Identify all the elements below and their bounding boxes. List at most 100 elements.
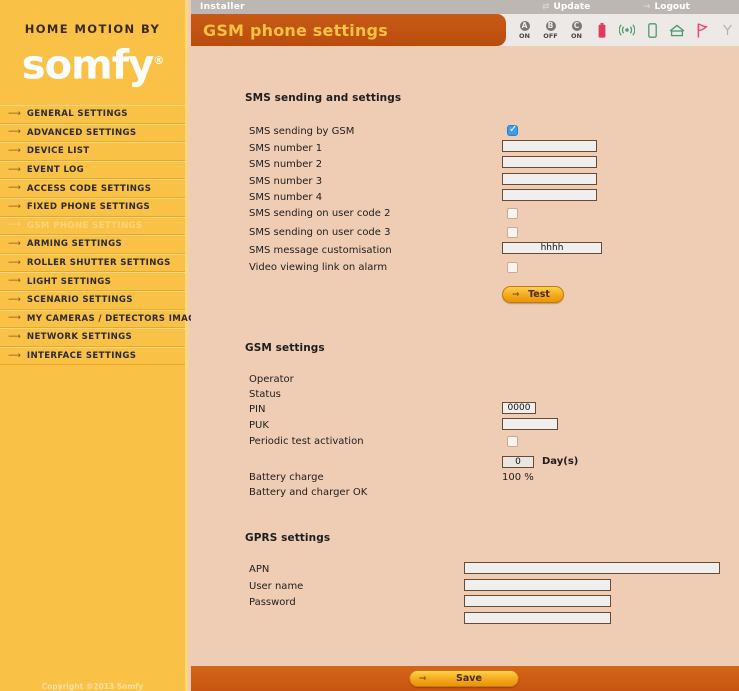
logout-link[interactable]: → Logout <box>643 2 690 12</box>
chevron-right-icon: ⟶ <box>8 313 21 324</box>
main-content: SMS sending and settings SMS sending by … <box>191 46 739 666</box>
zone-letter: A <box>519 20 530 31</box>
antenna-icon <box>719 21 735 39</box>
input-periodic-test-days[interactable] <box>502 456 534 468</box>
label-apn: APN <box>249 564 270 575</box>
checkbox-sms-user-code-3[interactable] <box>507 227 518 238</box>
chevron-right-icon: ⟶ <box>8 331 21 342</box>
zone-status-b: B OFF <box>542 20 559 40</box>
input-puk[interactable] <box>502 418 558 430</box>
label-sms-number-3: SMS number 3 <box>249 176 323 187</box>
value-battery-charge: 100 % <box>502 472 534 483</box>
label-video-viewing-link: Video viewing link on alarm <box>249 262 388 273</box>
section-title-gsm: GSM settings <box>245 342 325 354</box>
save-button[interactable]: → Save <box>409 670 519 687</box>
update-link[interactable]: ⇄ Update <box>542 2 590 12</box>
checkbox-video-viewing-link[interactable] <box>507 262 518 273</box>
label-battery-charger-status: Battery and charger OK <box>249 487 368 498</box>
label-sms-number-1: SMS number 1 <box>249 143 323 154</box>
checkbox-sms-user-code-2[interactable] <box>507 208 518 219</box>
sidebar-item-general-settings[interactable]: ⟶ GENERAL SETTINGS <box>0 105 185 124</box>
zone-letter: C <box>571 20 582 31</box>
copyright-text: Copyright ©2013 Somfy <box>41 682 144 691</box>
sidebar-item-roller-shutter-settings[interactable]: ⟶ ROLLER SHUTTER SETTINGS <box>0 253 185 273</box>
zone-status-c: C ON <box>568 20 585 40</box>
chevron-right-icon: ⟶ <box>8 145 21 156</box>
save-button-label: Save <box>456 673 482 684</box>
sidebar-item-network-settings[interactable]: ⟶ NETWORK SETTINGS <box>0 328 185 347</box>
chevron-right-icon: ⟶ <box>8 164 21 175</box>
sidebar-item-device-list[interactable]: ⟶ DEVICE LIST <box>0 142 185 161</box>
page-header: GSM phone settings A ON B OFF C ON <box>191 14 739 46</box>
chevron-right-icon: ⟶ <box>8 294 21 305</box>
chevron-right-icon: ⟶ <box>8 183 21 194</box>
input-gprs-extra[interactable] <box>464 612 611 624</box>
section-title-sms: SMS sending and settings <box>245 92 402 104</box>
logout-label: Logout <box>654 2 690 12</box>
zone-letter: B <box>545 20 556 31</box>
input-pin[interactable] <box>502 402 536 414</box>
sidebar-item-label: DEVICE LIST <box>26 146 90 157</box>
refresh-icon: ⇄ <box>542 2 550 12</box>
label-pin: PIN <box>249 404 266 415</box>
input-sms-number-3[interactable] <box>502 173 597 185</box>
sidebar-item-scenario-settings[interactable]: ⟶ SCENARIO SETTINGS <box>0 290 185 310</box>
label-password: Password <box>249 597 296 608</box>
input-apn[interactable] <box>464 562 720 574</box>
label-user-name: User name <box>249 581 304 592</box>
sidebar-item-advanced-settings[interactable]: ⟶ ADVANCED SETTINGS <box>0 123 185 143</box>
input-password[interactable] <box>464 595 611 607</box>
label-status: Status <box>249 389 281 400</box>
zone-state: OFF <box>543 31 558 40</box>
sidebar-item-light-settings[interactable]: ⟶ LIGHT SETTINGS <box>0 272 185 291</box>
status-icon-tray: A ON B OFF C ON <box>516 14 739 46</box>
input-sms-number-2[interactable] <box>502 156 597 168</box>
label-sms-message-customisation: SMS message customisation <box>249 245 392 256</box>
sidebar-item-label: ACCESS CODE SETTINGS <box>26 183 152 194</box>
brand-name: somfy® <box>21 42 164 89</box>
registered-mark: ® <box>153 54 164 67</box>
input-sms-number-4[interactable] <box>502 189 597 201</box>
sidebar-item-arming-settings[interactable]: ⟶ ARMING SETTINGS <box>0 235 185 254</box>
sidebar-item-fixed-phone-settings[interactable]: ⟶ FIXED PHONE SETTINGS <box>0 197 185 217</box>
sidebar-item-access-code-settings[interactable]: ⟶ ACCESS CODE SETTINGS <box>0 179 185 198</box>
sidebar-item-my-cameras-detectors-images[interactable]: ⟶ MY CAMERAS / DETECTORS IMAGES <box>0 309 208 329</box>
page-title: GSM phone settings <box>203 21 388 40</box>
arrow-right-icon: → <box>419 673 427 684</box>
label-sms-number-4: SMS number 4 <box>249 192 323 203</box>
input-user-name[interactable] <box>464 579 611 591</box>
footer-bar: → Save <box>191 666 739 691</box>
update-label: Update <box>553 2 591 12</box>
sidebar: HOME MOTION BY somfy® ⟶ GENERAL SETTINGS… <box>0 0 208 691</box>
chevron-right-icon: ⟶ <box>8 220 21 231</box>
sidebar-item-interface-settings[interactable]: ⟶ INTERFACE SETTINGS <box>0 346 185 366</box>
chevron-right-icon: ⟶ <box>8 201 21 212</box>
chevron-right-icon: ⟶ <box>8 108 21 119</box>
sidebar-item-event-log[interactable]: ⟶ EVENT LOG <box>0 160 185 180</box>
sidebar-item-label: GENERAL SETTINGS <box>26 109 128 120</box>
checkbox-sms-sending-by-gsm[interactable] <box>507 124 518 136</box>
sidebar-item-label: ARMING SETTINGS <box>26 239 123 250</box>
user-role-label: Installer <box>200 2 245 12</box>
label-puk: PUK <box>249 420 269 431</box>
battery-icon <box>594 21 610 39</box>
label-days-unit: Day(s) <box>542 456 579 467</box>
app-window: HOME MOTION BY somfy® ⟶ GENERAL SETTINGS… <box>0 0 739 691</box>
label-sms-user-code-2: SMS sending on user code 2 <box>249 208 391 219</box>
sidebar-item-label: GSM PHONE SETTINGS <box>26 220 143 231</box>
label-periodic-test-activation: Periodic test activation <box>249 436 364 447</box>
input-sms-number-1[interactable] <box>502 140 597 152</box>
chevron-right-icon: ⟶ <box>8 127 21 138</box>
sidebar-item-gsm-phone-settings[interactable]: ⟶ GSM PHONE SETTINGS <box>0 216 185 236</box>
sidebar-menu: ⟶ GENERAL SETTINGS ⟶ ADVANCED SETTINGS ⟶… <box>0 105 208 366</box>
test-button[interactable]: → Test <box>502 286 564 303</box>
sidebar-item-label: MY CAMERAS / DETECTORS IMAGES <box>26 313 209 324</box>
radio-signal-icon <box>619 21 635 39</box>
checkbox-periodic-test-activation[interactable] <box>507 436 518 447</box>
sidebar-item-label: ROLLER SHUTTER SETTINGS <box>26 258 171 269</box>
chevron-right-icon: ⟶ <box>8 257 21 268</box>
label-sms-sending-by-gsm: SMS sending by GSM <box>249 126 355 137</box>
sidebar-item-label: NETWORK SETTINGS <box>26 332 133 343</box>
input-sms-message-customisation[interactable] <box>502 242 602 254</box>
chevron-right-icon: ⟶ <box>8 238 21 249</box>
